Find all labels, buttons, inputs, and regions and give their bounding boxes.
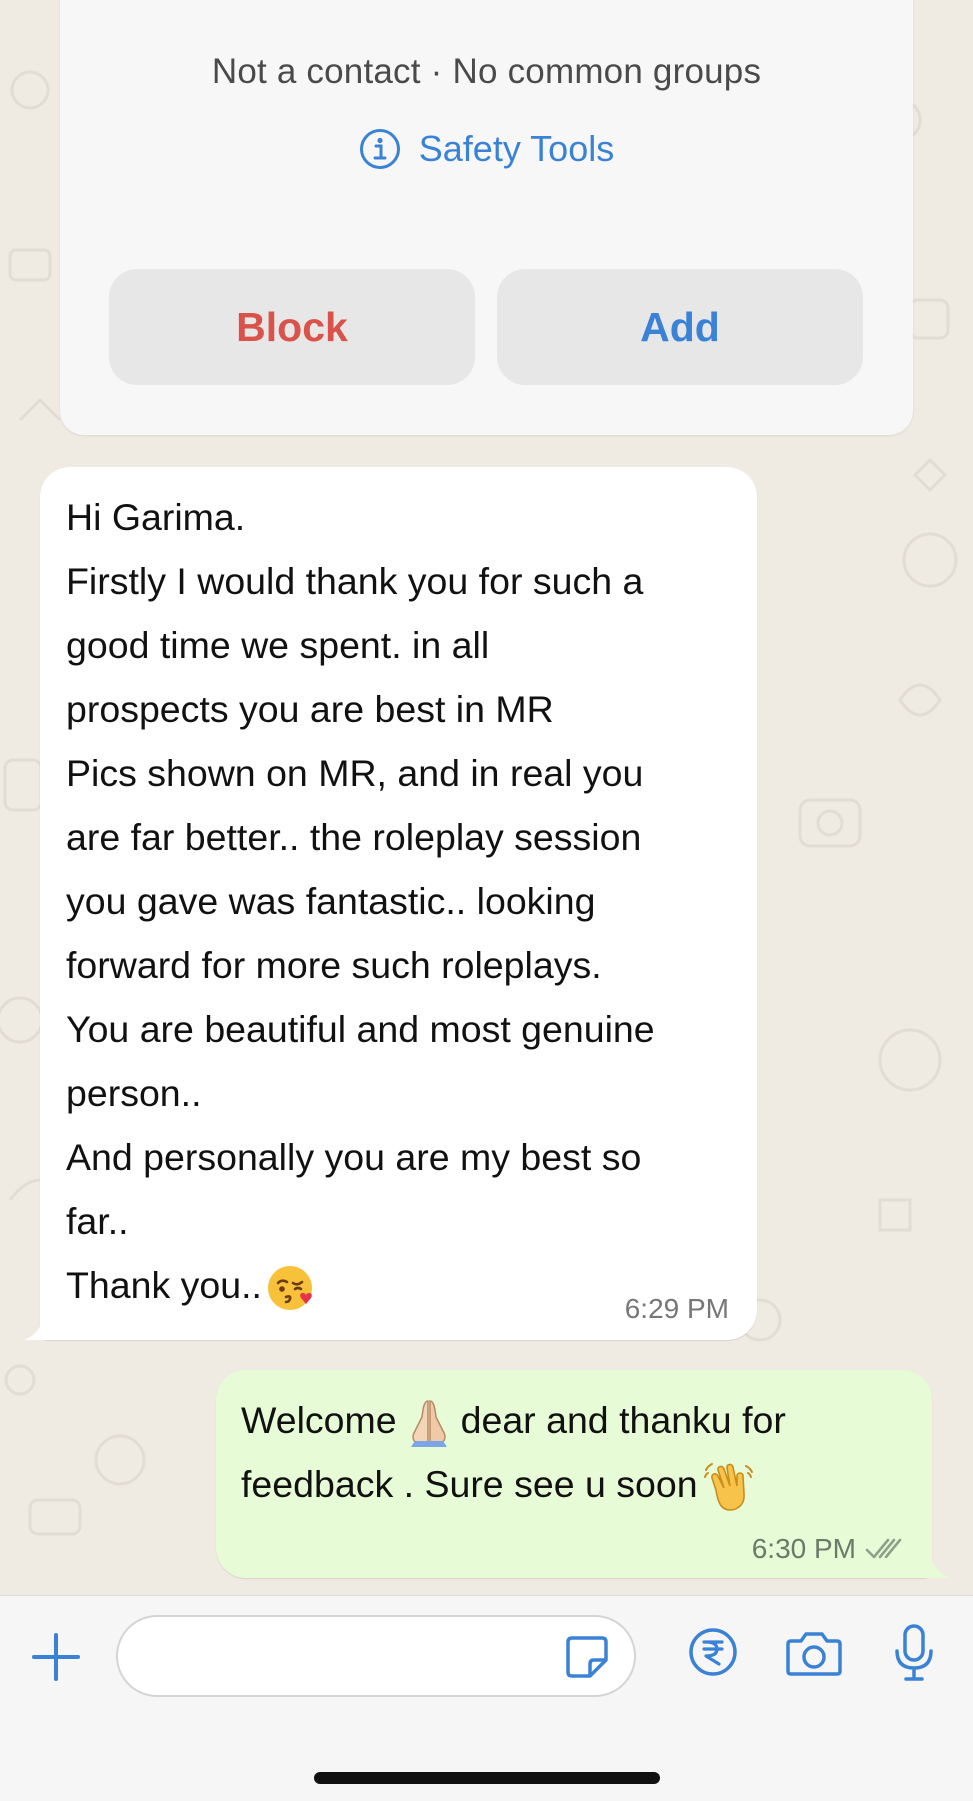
safety-tools-label: Safety Tools xyxy=(418,128,615,169)
message-line: Firstly I would thank you for such a xyxy=(66,560,644,602)
message-time: 6:29 PM xyxy=(624,1293,729,1324)
message-line: good time we spent. in all xyxy=(66,624,490,666)
incoming-message-bubble[interactable]: Hi Garima. Firstly I would thank you for… xyxy=(40,467,757,1340)
message-line: And personally you are my best so xyxy=(66,1136,642,1178)
common-groups-label: No common groups xyxy=(452,52,762,91)
add-contact-button[interactable]: Add xyxy=(497,269,863,385)
message-line: Hi Garima. xyxy=(66,496,246,538)
message-line: Thank you.. xyxy=(66,1264,262,1306)
contact-info-card: Not a contact · No common groups Safety To… xyxy=(60,0,913,435)
read-double-check-icon xyxy=(865,1538,902,1559)
message-line: feedback . Sure see u soon xyxy=(241,1452,921,1516)
message-segment: Welcome xyxy=(241,1399,397,1441)
folded-hands-emoji xyxy=(410,1400,447,1448)
message-line: You are beautiful and most genuine xyxy=(66,1008,655,1050)
kissing-face-with-heart-emoji xyxy=(267,1266,312,1311)
message-line: prospects you are best in MR xyxy=(66,688,554,730)
microphone-icon[interactable] xyxy=(892,1623,936,1683)
message-line: person.. xyxy=(66,1072,202,1114)
message-input[interactable] xyxy=(142,1631,546,1683)
message-text-field[interactable] xyxy=(116,1615,636,1697)
bubble-tail xyxy=(24,1316,54,1340)
message-line: you gave was fantastic.. looking xyxy=(66,880,596,922)
sticker-icon[interactable] xyxy=(564,1634,610,1680)
outgoing-message-bubble[interactable]: Welcome dear and thanku for feedback . S… xyxy=(216,1370,932,1578)
message-line: are far better.. the roleplay session xyxy=(66,816,642,858)
separator-dot: · xyxy=(430,52,443,91)
message-segment: dear and thanku for xyxy=(460,1399,786,1441)
message-line: Pics shown on MR, and in real you xyxy=(66,752,644,794)
chat-area[interactable]: Not a contact · No common groups Safety To… xyxy=(0,0,973,1595)
contact-status-line: Not a contact · No common groups xyxy=(60,52,913,92)
message-segment: feedback . Sure see u soon xyxy=(241,1463,698,1505)
safety-tools-link[interactable]: Safety Tools xyxy=(60,128,913,170)
message-line: Welcome dear and thanku for xyxy=(241,1388,921,1452)
rupee-payment-icon[interactable] xyxy=(687,1626,739,1678)
camera-icon[interactable] xyxy=(785,1629,843,1677)
message-line: forward for more such roleplays. xyxy=(66,944,602,986)
message-time: 6:30 PM xyxy=(751,1533,856,1564)
message-meta: 6:30 PM xyxy=(752,1534,904,1564)
waving-hand-emoji xyxy=(703,1463,753,1511)
not-contact-label: Not a contact xyxy=(211,52,421,91)
bubble-tail xyxy=(920,1554,950,1578)
info-circle-icon xyxy=(359,129,400,169)
plus-icon[interactable] xyxy=(30,1631,82,1683)
block-button[interactable]: Block xyxy=(109,269,475,385)
message-text: Hi Garima. Firstly I would thank you for… xyxy=(66,485,746,1317)
message-line: far.. xyxy=(66,1200,129,1242)
message-input-bar xyxy=(0,1595,973,1801)
message-text: Welcome dear and thanku for feedback . S… xyxy=(241,1388,921,1516)
home-indicator xyxy=(314,1772,660,1784)
